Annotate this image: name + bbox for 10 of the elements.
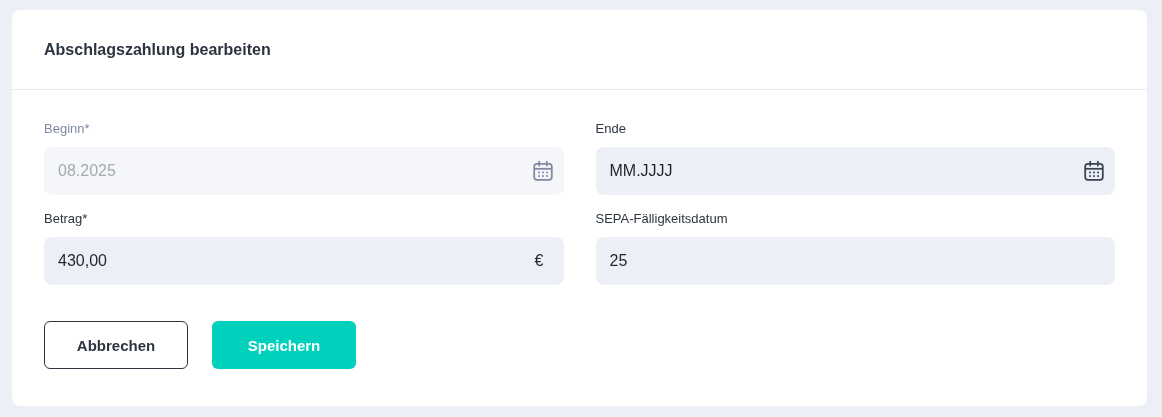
field-label: SEPA-Fälligkeitsdatum — [595, 211, 729, 227]
field-label: Betrag* — [44, 211, 89, 227]
field-label: Ende — [595, 121, 627, 137]
input-field[interactable]: 25 — [595, 237, 1115, 285]
dialog-title: Abschlagszahlung bearbeiten — [44, 40, 271, 59]
cancel-button[interactable]: Abbrechen — [44, 321, 188, 369]
currency-suffix: € — [534, 252, 544, 270]
input-field[interactable]: MM.JJJJ — [595, 147, 1115, 195]
calendar-icon[interactable] — [1083, 160, 1105, 182]
field-label: Beginn* — [44, 121, 91, 137]
